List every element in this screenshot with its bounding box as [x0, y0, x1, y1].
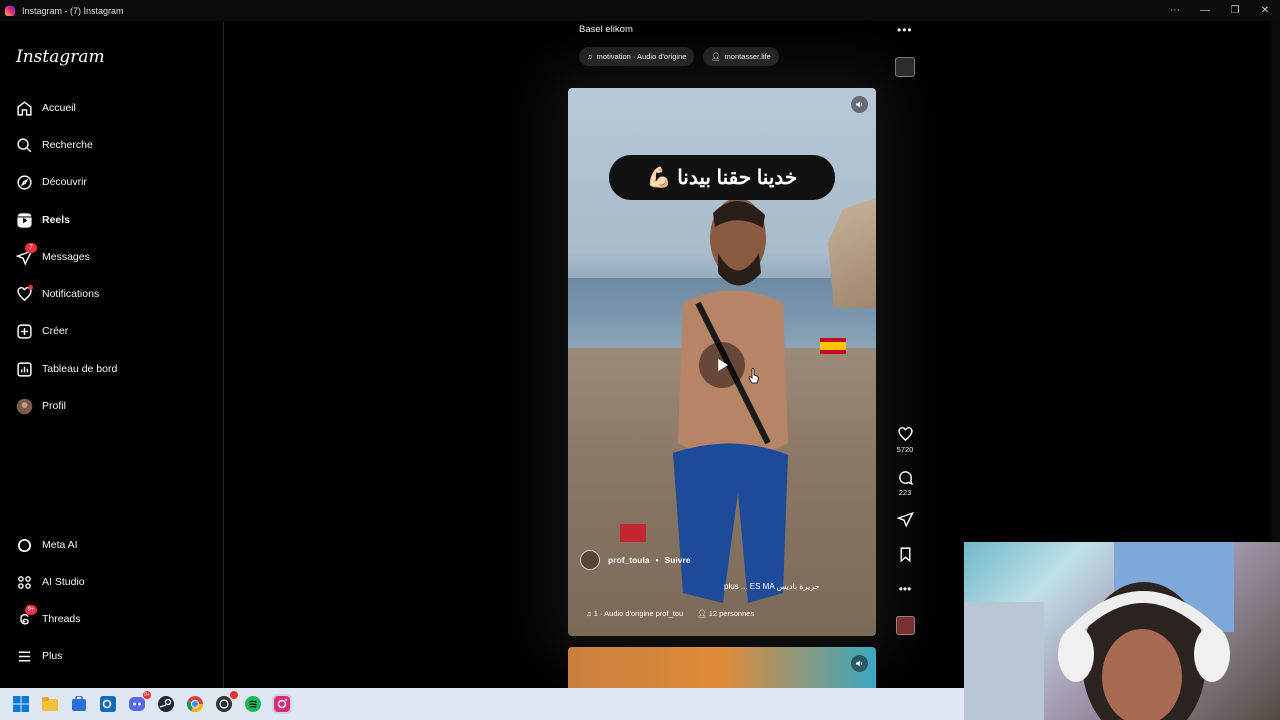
chrome-icon[interactable]: [185, 694, 205, 714]
obs-recording-dot: [230, 691, 238, 699]
spain-flag: [820, 338, 846, 354]
reel-description[interactable]: plus ... ES MA جزيرة باديس: [724, 582, 820, 591]
sound-toggle-button[interactable]: [851, 655, 868, 672]
reel-overlay-text: خدينا حقنا بيدنا 💪🏻: [609, 155, 835, 200]
separator-dot: •: [655, 555, 659, 565]
more-options-button[interactable]: •••: [893, 582, 917, 596]
sidebar-item-more[interactable]: Plus: [14, 644, 62, 668]
page-scrollbar[interactable]: [1271, 21, 1280, 541]
heart-icon: [897, 427, 913, 442]
reel-author: prof_toula • Suivre: [580, 550, 691, 570]
dashboard-icon: [14, 359, 34, 379]
tagged-people[interactable]: 👤︎ 12 personnes: [697, 609, 754, 618]
follow-button[interactable]: Suivre: [665, 555, 691, 565]
sidebar-item-ai-studio[interactable]: AI Studio: [14, 570, 85, 594]
menu-icon: [14, 646, 34, 666]
sidebar: Instagram Accueil Recherche Découvrir Re…: [0, 21, 224, 688]
bookmark-icon: [900, 547, 910, 563]
messages-icon: 7: [14, 243, 37, 267]
speaker-icon: [856, 660, 862, 667]
like-count: 5720: [896, 445, 914, 454]
share-action[interactable]: [893, 511, 917, 530]
windows-start-icon[interactable]: [11, 694, 31, 714]
sidebar-item-messages[interactable]: 7 Messages: [14, 243, 90, 269]
search-icon: [14, 135, 34, 155]
spotify-icon[interactable]: [243, 694, 263, 714]
sidebar-item-threads[interactable]: 9+ Threads: [14, 605, 81, 631]
store-icon[interactable]: [69, 694, 89, 714]
reel-audio-row: ♫ 1 · Audio d'origine prof_tou 👤︎ 12 per…: [586, 609, 754, 618]
reel-audio-thumbnail[interactable]: [896, 616, 915, 635]
compass-icon: [14, 172, 34, 192]
sidebar-item-meta-ai[interactable]: Meta AI: [14, 533, 78, 557]
discord-icon[interactable]: 9+: [127, 691, 151, 714]
comment-icon: [898, 471, 913, 486]
sound-toggle-button[interactable]: [851, 96, 868, 113]
reel-audio-link[interactable]: ♫ 1 · Audio d'origine prof_tou: [586, 609, 683, 618]
create-icon: [14, 321, 34, 341]
sidebar-item-dashboard[interactable]: Tableau de bord: [14, 357, 117, 381]
obs-icon[interactable]: [214, 691, 238, 714]
comment-action[interactable]: 223: [893, 469, 917, 497]
send-icon: [895, 511, 914, 528]
outlook-icon[interactable]: [98, 694, 118, 714]
messages-badge: 7: [25, 243, 37, 253]
previous-post-more-button[interactable]: •••: [897, 23, 913, 37]
author-avatar[interactable]: [580, 550, 600, 570]
user-tag-chip[interactable]: 👤︎ montasser.life: [703, 47, 779, 66]
heart-icon: [14, 284, 34, 304]
minimize-button[interactable]: —: [1190, 0, 1220, 21]
reels-icon: [14, 210, 34, 230]
instagram-app-icon: [5, 5, 15, 16]
ai-studio-icon: [14, 572, 34, 592]
reel-video[interactable]: خدينا حقنا بيدنا 💪🏻 prof_toula • Suivre …: [568, 88, 876, 636]
instagram-taskbar-icon[interactable]: [272, 694, 292, 714]
sidebar-item-create[interactable]: Créer: [14, 319, 68, 343]
window-more-button[interactable]: ⋯: [1160, 0, 1190, 21]
sidebar-item-home[interactable]: Accueil: [14, 96, 76, 120]
maximize-button[interactable]: ❐: [1220, 0, 1250, 21]
avatar-icon: [14, 396, 34, 416]
user-icon: 👤︎: [697, 609, 709, 618]
sidebar-item-reels[interactable]: Reels: [14, 208, 70, 232]
play-icon: [718, 359, 728, 371]
threads-badge: 9+: [25, 605, 37, 615]
sidebar-item-explore[interactable]: Découvrir: [14, 170, 87, 194]
speaker-icon: [856, 101, 862, 108]
save-action[interactable]: [893, 546, 917, 565]
user-icon: 👤︎: [711, 52, 721, 61]
play-button[interactable]: [699, 342, 745, 388]
next-reel-preview[interactable]: [568, 647, 876, 692]
audio-chip[interactable]: ♫ motivation · Audio d'origine: [579, 47, 695, 66]
mouse-cursor-icon: [748, 368, 759, 384]
discord-badge: 9+: [143, 691, 151, 699]
file-explorer-icon[interactable]: [40, 694, 60, 714]
sidebar-item-notifications[interactable]: Notifications: [14, 282, 99, 306]
home-icon: [14, 98, 34, 118]
previous-audio-thumbnail[interactable]: [895, 57, 915, 77]
notification-dot: [28, 285, 33, 290]
author-username[interactable]: prof_toula: [608, 555, 650, 565]
windows-taskbar: 9+: [0, 688, 975, 720]
music-note-icon: ♫: [586, 609, 594, 618]
window-titlebar: Instagram - (7) Instagram ⋯ — ❐ ✕: [0, 0, 1280, 21]
sidebar-item-search[interactable]: Recherche: [14, 133, 93, 157]
steam-icon[interactable]: [156, 694, 176, 714]
streamer-figure: [964, 542, 1234, 720]
sidebar-item-profile[interactable]: Profil: [14, 394, 66, 418]
window-title: Instagram - (7) Instagram: [22, 5, 124, 16]
close-button[interactable]: ✕: [1250, 0, 1280, 21]
like-action[interactable]: 5720: [893, 426, 917, 454]
threads-icon: 9+: [14, 605, 37, 629]
instagram-logo[interactable]: Instagram: [16, 47, 105, 67]
morocco-flag: [620, 524, 646, 542]
previous-post-caption: Basel elikom: [579, 24, 633, 35]
comment-count: 223: [898, 488, 912, 497]
music-note-icon: ♫: [587, 52, 593, 61]
meta-ai-icon: [14, 535, 34, 555]
webcam-overlay: [964, 542, 1280, 720]
